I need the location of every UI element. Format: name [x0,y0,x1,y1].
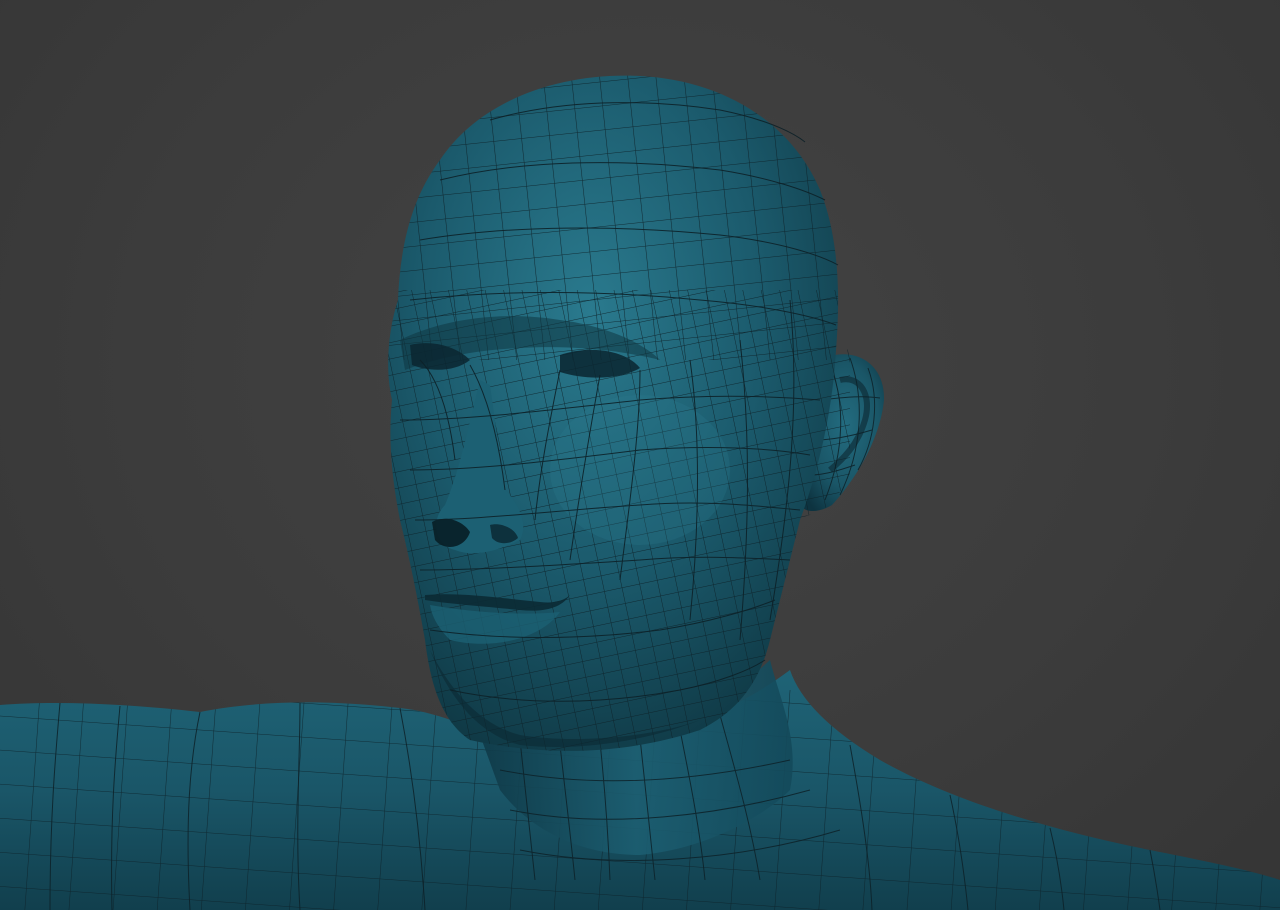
3d-viewport[interactable] [0,0,1280,910]
mesh-render [0,75,1280,910]
head-mesh [388,75,850,751]
